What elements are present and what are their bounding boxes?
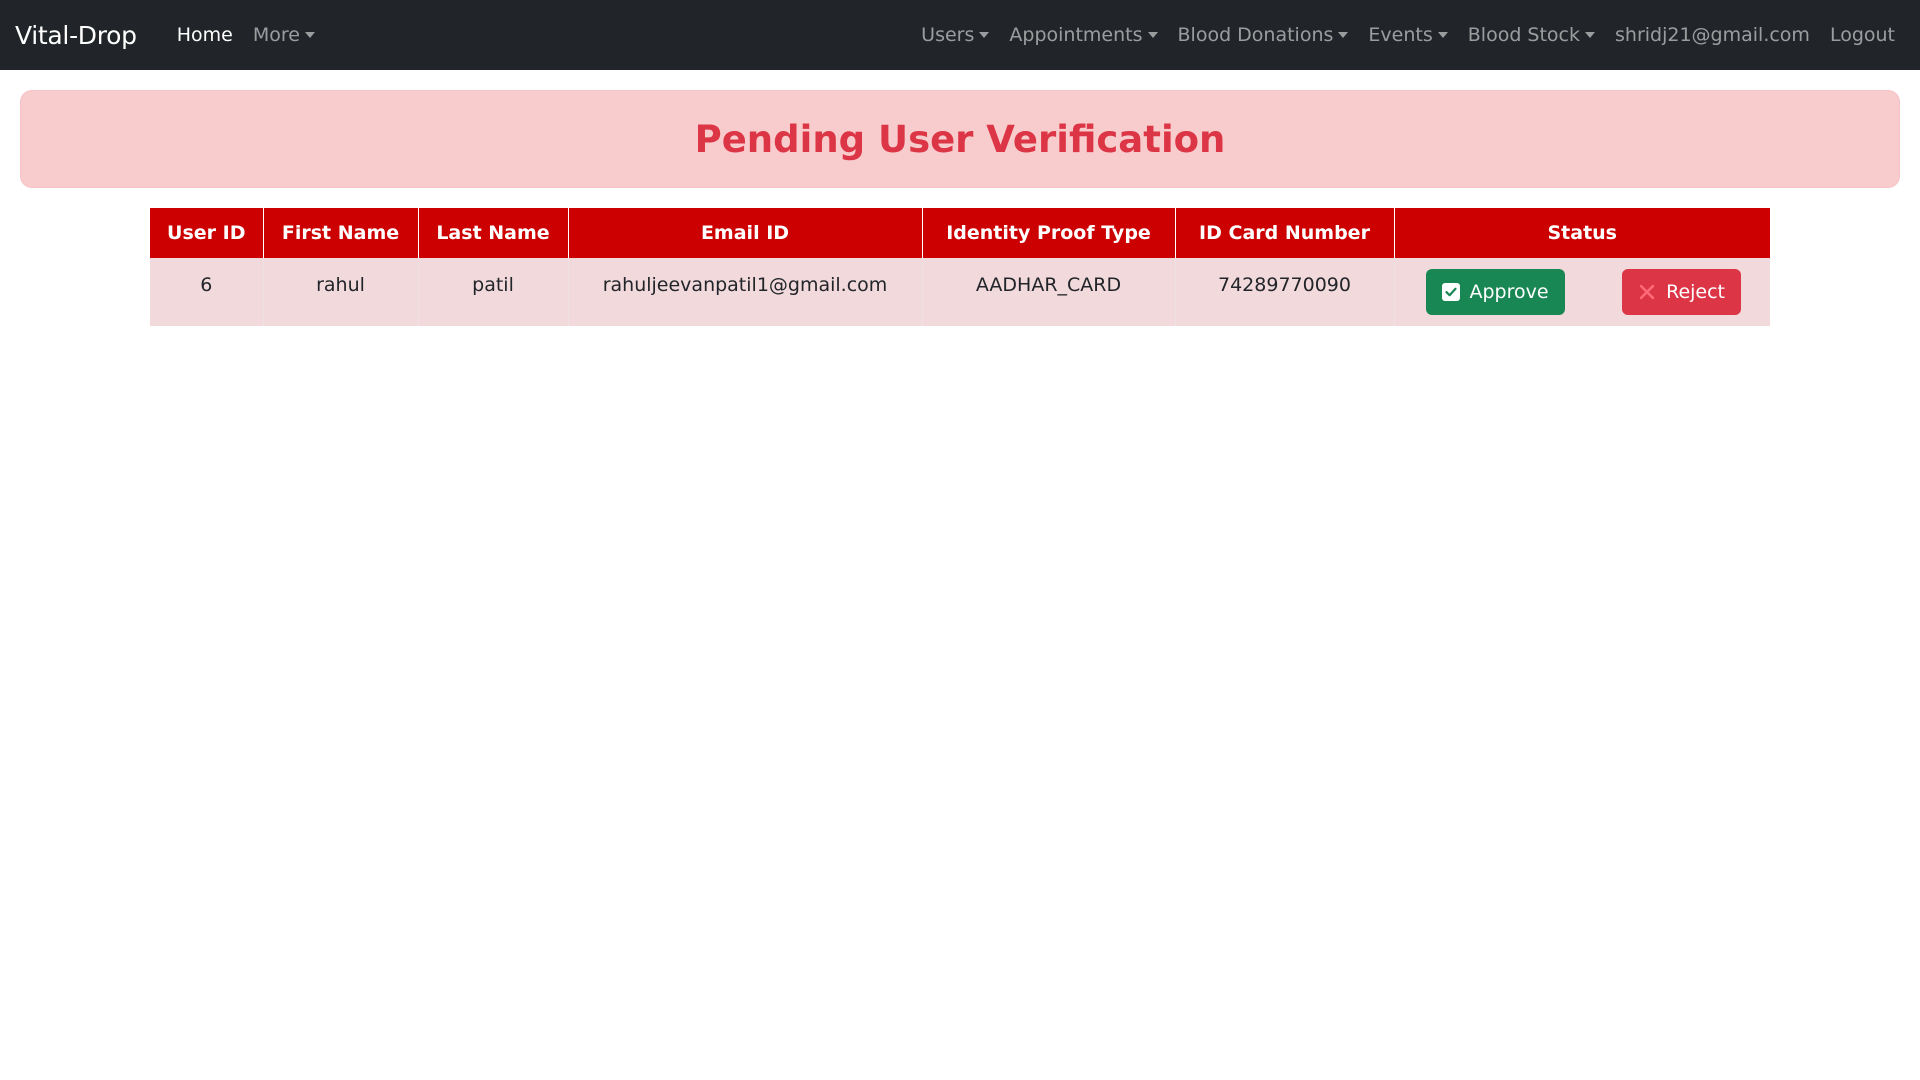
caret-down-icon — [979, 32, 990, 38]
table-row: 6 rahul patil rahuljeevanpatil1@gmail.co… — [150, 258, 1770, 326]
nav-logout-link[interactable]: Logout — [1820, 24, 1905, 46]
caret-down-icon — [1437, 32, 1448, 38]
table-header-row: User ID First Name Last Name Email ID Id… — [150, 208, 1770, 258]
reject-button[interactable]: Reject — [1622, 268, 1741, 315]
nav-appointments-label: Appointments — [1009, 24, 1143, 46]
caret-down-icon — [1338, 32, 1349, 38]
nav-users-dropdown[interactable]: Users — [911, 24, 999, 46]
check-square-icon — [1441, 282, 1460, 301]
nav-home-label: Home — [176, 24, 233, 46]
nav-right: Users Appointments Blood Donations Event… — [911, 24, 1905, 46]
column-header-identity-proof-type: Identity Proof Type — [922, 208, 1176, 258]
cell-user-id: 6 — [150, 258, 264, 326]
nav-events-label: Events — [1368, 24, 1433, 46]
reject-button-label: Reject — [1666, 280, 1725, 303]
caret-down-icon — [1585, 32, 1595, 38]
pending-users-table: User ID First Name Last Name Email ID Id… — [150, 208, 1770, 326]
nav-user-email-label: shridj21@gmail.com — [1615, 24, 1810, 46]
column-header-id-card-number: ID Card Number — [1175, 208, 1395, 258]
brand-logo[interactable]: Vital-Drop — [15, 21, 137, 50]
column-header-user-id: User ID — [150, 208, 264, 258]
caret-down-icon — [304, 32, 315, 38]
approve-button[interactable]: Approve — [1425, 268, 1565, 315]
cell-id-proof-type: AADHAR_CARD — [922, 258, 1176, 326]
nav-user-email-link[interactable]: shridj21@gmail.com — [1605, 24, 1820, 46]
approve-button-label: Approve — [1469, 280, 1549, 303]
nav-home-link[interactable]: Home — [167, 24, 243, 46]
caret-down-icon — [1147, 32, 1158, 38]
cell-first-name: rahul — [263, 258, 419, 326]
nav-blood-donations-label: Blood Donations — [1177, 24, 1334, 46]
cell-status: Approve Reject — [1394, 258, 1770, 326]
page-title: Pending User Verification — [694, 117, 1226, 161]
column-header-last-name: Last Name — [418, 208, 569, 258]
cell-email: rahuljeevanpatil1@gmail.com — [568, 258, 923, 326]
cell-id-card-number: 74289770090 — [1175, 258, 1395, 326]
nav-appointments-dropdown[interactable]: Appointments — [999, 24, 1167, 46]
column-header-first-name: First Name — [263, 208, 419, 258]
x-icon — [1638, 283, 1656, 301]
nav-users-label: Users — [921, 24, 975, 46]
nav-events-dropdown[interactable]: Events — [1358, 24, 1457, 46]
nav-blood-stock-label: Blood Stock — [1467, 24, 1580, 46]
nav-more-dropdown[interactable]: More — [243, 24, 325, 46]
top-navbar: Vital-Drop Home More Users Appointments … — [0, 0, 1920, 70]
nav-more-label: More — [252, 24, 300, 46]
table-body: 6 rahul patil rahuljeevanpatil1@gmail.co… — [150, 258, 1770, 326]
nav-left: Home More — [167, 24, 325, 46]
column-header-status: Status — [1394, 208, 1770, 258]
nav-logout-label: Logout — [1829, 24, 1895, 46]
cell-last-name: patil — [418, 258, 569, 326]
nav-blood-stock-dropdown[interactable]: Blood Stock — [1458, 24, 1605, 46]
table-header: User ID First Name Last Name Email ID Id… — [150, 208, 1770, 258]
status-actions: Approve Reject — [1396, 268, 1770, 315]
column-header-email-id: Email ID — [568, 208, 923, 258]
page-title-banner: Pending User Verification — [20, 90, 1900, 188]
nav-blood-donations-dropdown[interactable]: Blood Donations — [1168, 24, 1359, 46]
